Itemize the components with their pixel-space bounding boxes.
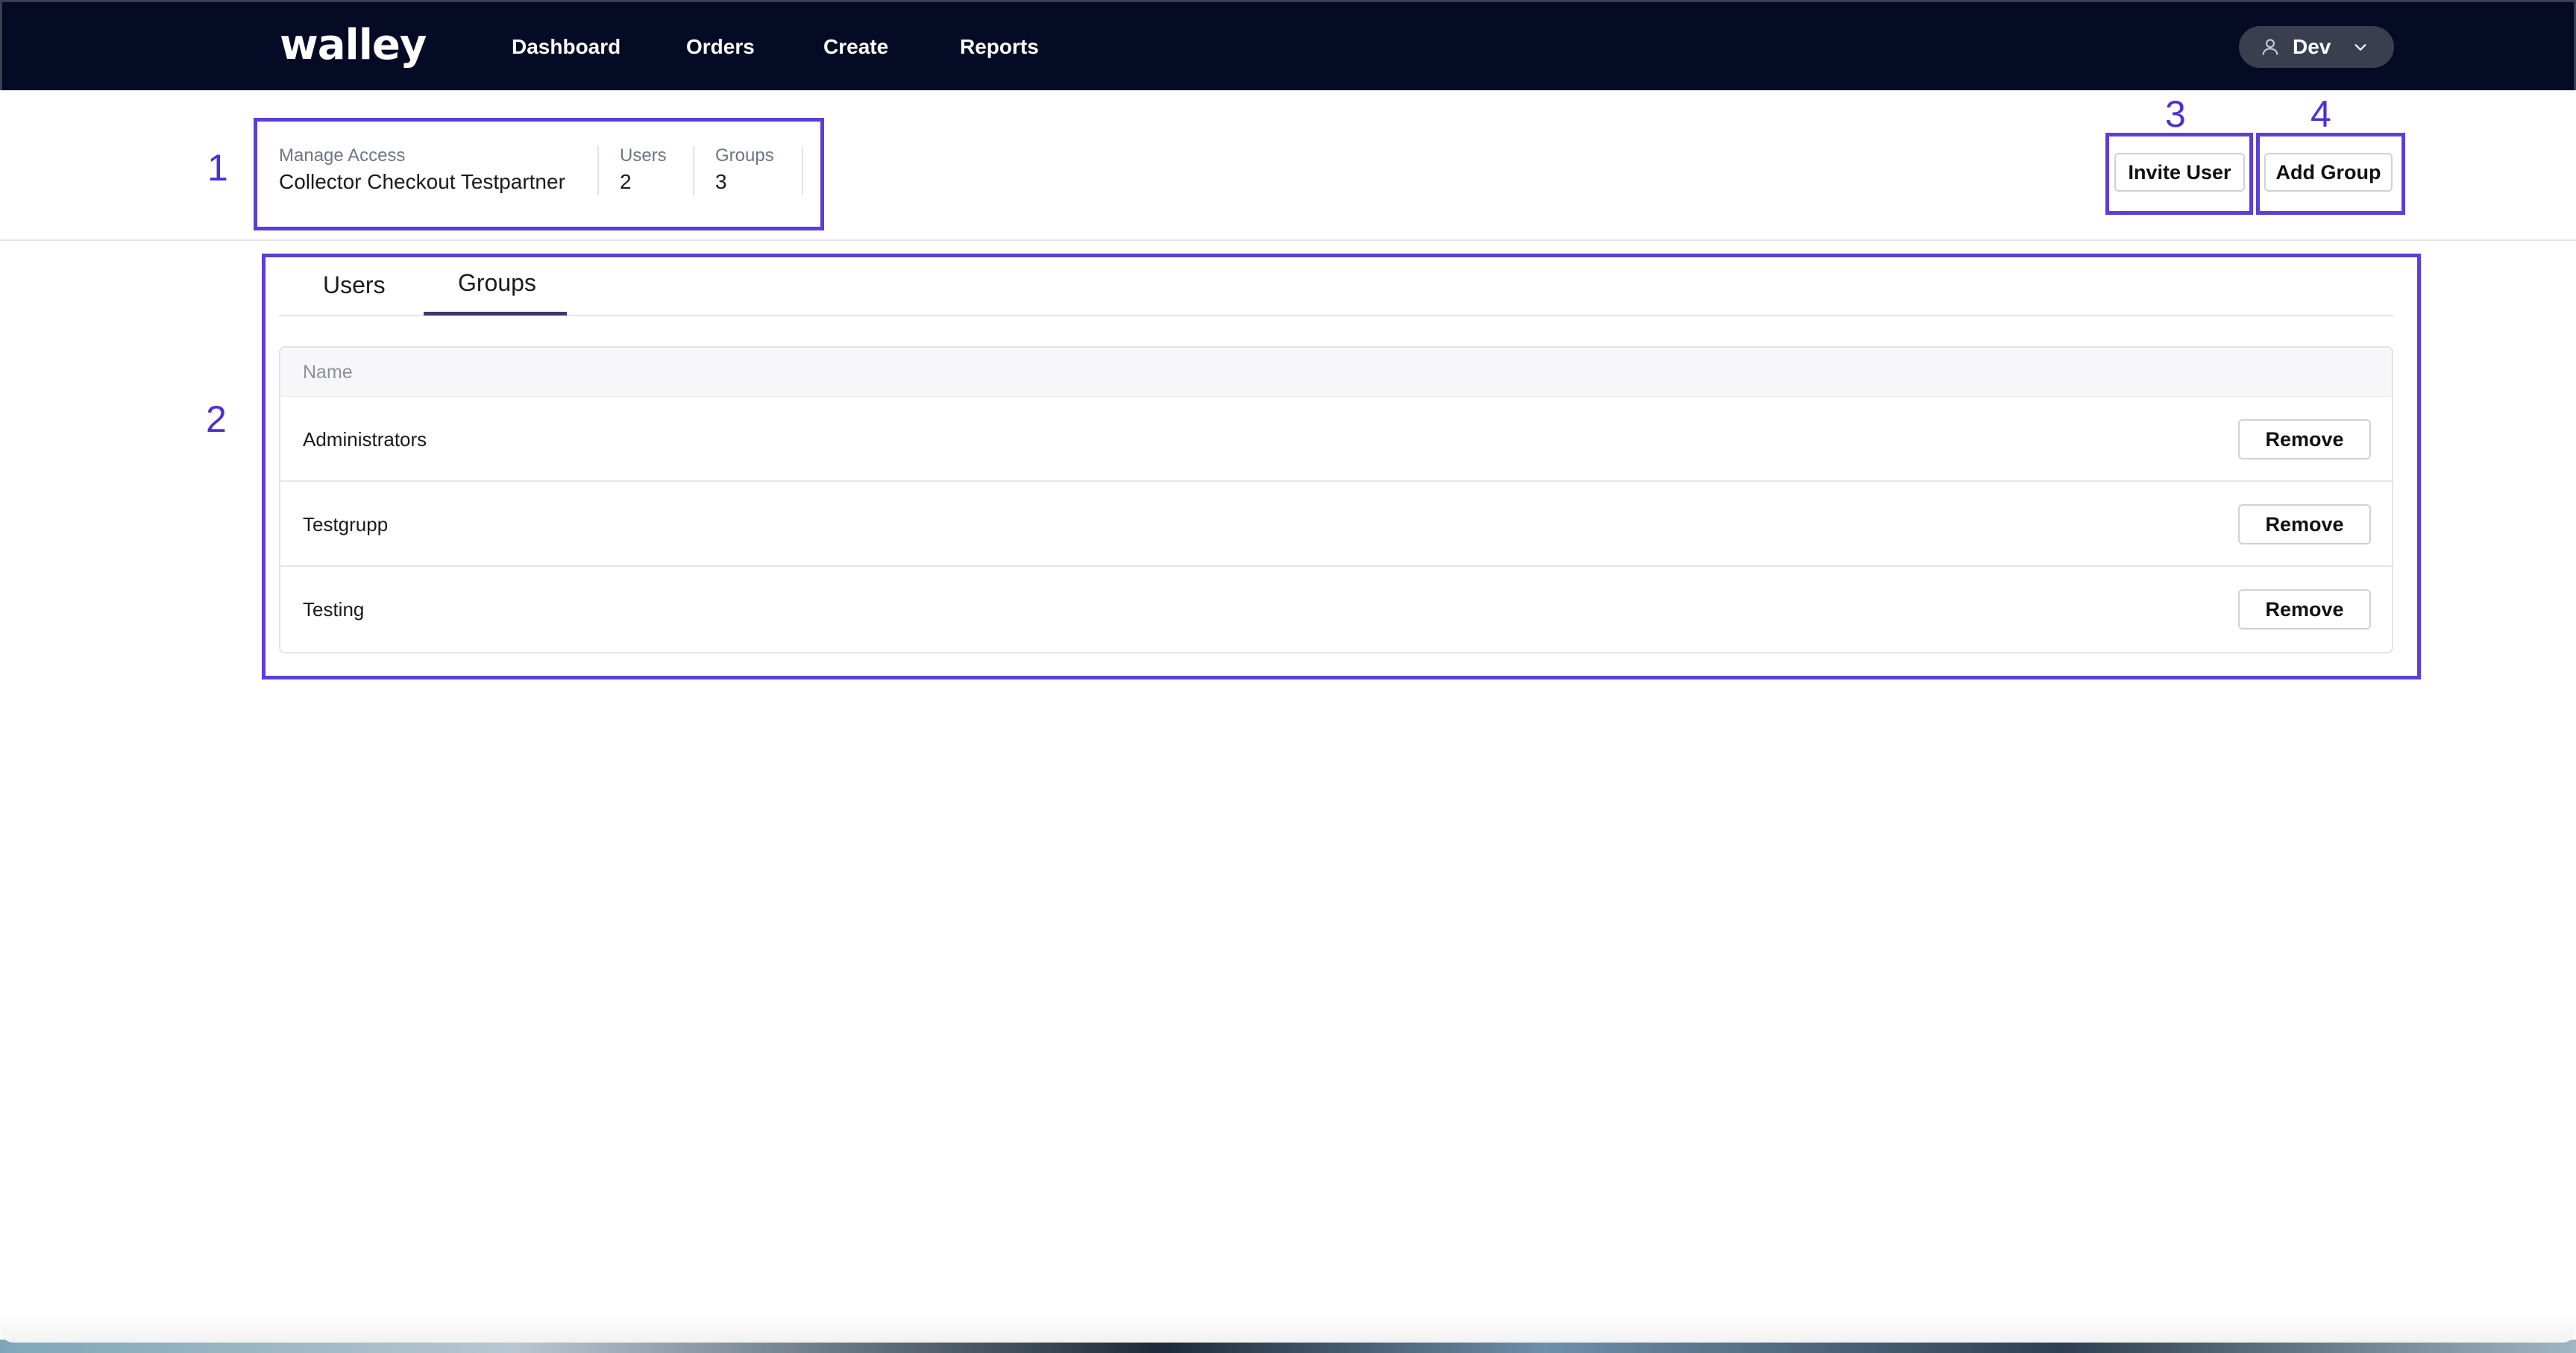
annotation-number-1: 1	[207, 147, 228, 189]
page: walley Dashboard Orders Create Reports D…	[0, 0, 2576, 1353]
annotation-box-3	[2105, 133, 2253, 215]
chevron-down-icon	[2354, 44, 2366, 51]
nav-reports[interactable]: Reports	[960, 31, 1039, 63]
walley-logo[interactable]: walley	[280, 22, 427, 69]
user-menu[interactable]: Dev	[2239, 26, 2394, 68]
nav-dashboard[interactable]: Dashboard	[512, 31, 621, 63]
nav-orders[interactable]: Orders	[686, 31, 755, 63]
annotation-number-3: 3	[2165, 93, 2186, 135]
top-navigation-bar: walley Dashboard Orders Create Reports D…	[0, 0, 2576, 90]
nav-create[interactable]: Create	[823, 31, 888, 63]
annotation-box-1	[254, 118, 824, 230]
annotation-box-4	[2256, 133, 2405, 215]
user-icon	[2262, 39, 2278, 55]
annotation-number-2: 2	[206, 398, 227, 440]
window-bottom-edge	[0, 1313, 2576, 1343]
annotation-number-4: 4	[2310, 93, 2331, 135]
annotation-box-2	[262, 254, 2421, 679]
user-menu-label: Dev	[2293, 35, 2331, 58]
